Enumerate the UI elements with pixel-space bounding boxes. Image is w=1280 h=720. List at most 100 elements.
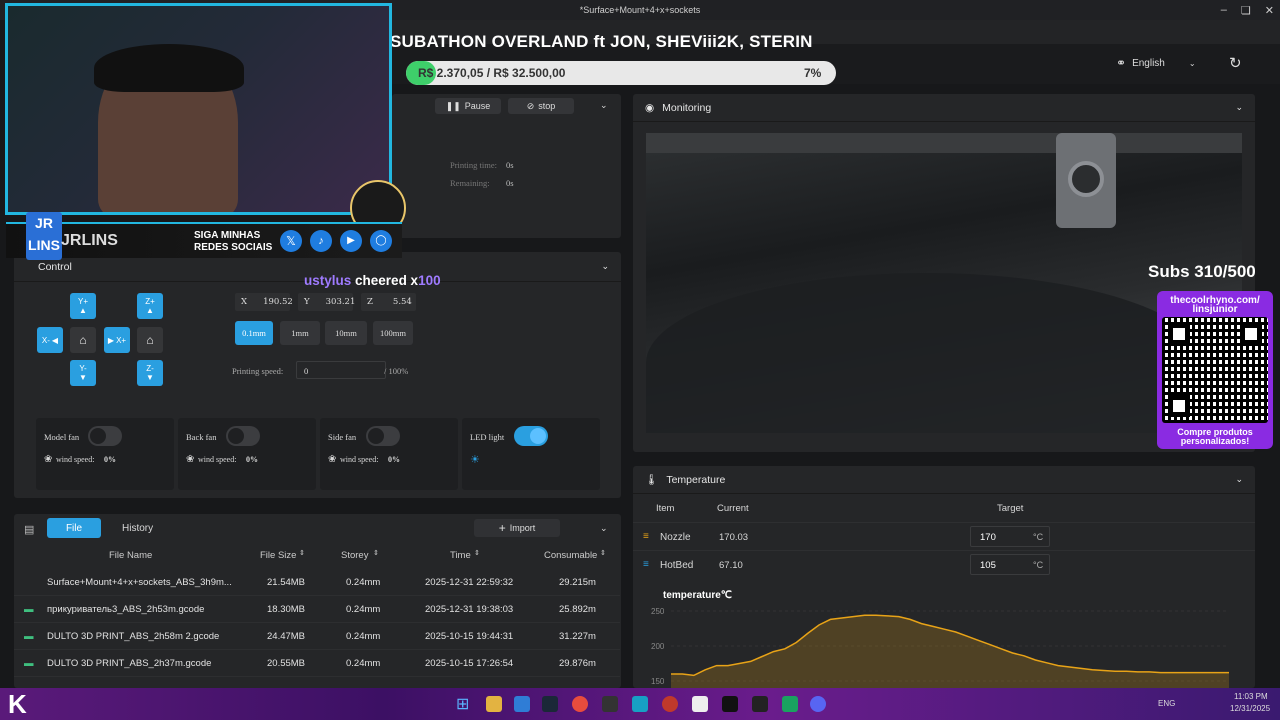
cell-time: 2025-12-31 22:59:32	[425, 577, 514, 588]
y-plus-label: Y+	[77, 297, 88, 306]
cell-size: 21.54MB	[267, 577, 306, 588]
led-light-toggle[interactable]	[514, 426, 548, 446]
app-icon[interactable]	[782, 696, 798, 712]
wind-speed-label: wind speed:	[198, 455, 237, 464]
hotbed-label: HotBed	[660, 560, 694, 571]
import-button[interactable]: + Import	[474, 519, 560, 537]
monitoring-header: ◉ Monitoring ⌄	[633, 94, 1255, 122]
import-label: Import	[509, 523, 536, 533]
sort-icon[interactable]: ⇕	[600, 549, 606, 557]
sort-icon[interactable]: ⇕	[299, 549, 305, 557]
jog-y-plus-button[interactable]: Y+ ▲	[70, 293, 96, 319]
step-1mm-button[interactable]: 1mm	[280, 321, 320, 345]
stop-button[interactable]: ⊘ stop	[508, 98, 574, 114]
app-icon[interactable]	[632, 696, 648, 712]
model-fan-toggle[interactable]	[88, 426, 122, 446]
wind-speed-label: wind speed:	[340, 455, 379, 464]
print-head-fan	[1068, 161, 1104, 197]
cell-storey: 0.24mm	[346, 658, 381, 669]
social-label-2: REDES SOCIAIS	[194, 242, 273, 253]
col-time[interactable]: Time	[450, 550, 471, 561]
clock-date[interactable]: 12/31/2025	[1230, 704, 1270, 713]
jog-y-minus-button[interactable]: Y- ▼	[70, 360, 96, 386]
cell-name: Surface+Mount+4+x+sockets_ABS_3h9m...	[47, 577, 232, 588]
col-storey[interactable]: Storey	[341, 550, 368, 561]
arrow-down-icon: ▼	[79, 373, 87, 382]
home-icon: ⌂	[146, 333, 154, 347]
app-icon[interactable]	[514, 696, 530, 712]
chrome-icon[interactable]	[572, 696, 588, 712]
maximize-icon[interactable]: ❏	[1241, 4, 1251, 17]
col-file-name[interactable]: File Name	[109, 550, 152, 561]
cheer-alert: ustylus cheered x100	[304, 273, 441, 288]
jog-x-plus-button[interactable]: ▶ X+	[104, 327, 130, 353]
language-indicator[interactable]: ENG	[1158, 699, 1175, 708]
jog-z-minus-button[interactable]: Z- ▼	[137, 360, 163, 386]
cell-name: DULTO 3D PRINT_ABS_2h37m.gcode	[47, 658, 212, 669]
chevron-down-icon[interactable]: ⌄	[1235, 474, 1243, 485]
steam-icon[interactable]	[542, 696, 558, 712]
step-0.1mm-button[interactable]: 0.1mm	[235, 321, 273, 345]
z-coord-label: Z	[367, 297, 373, 307]
col-file-size[interactable]: File Size	[260, 550, 296, 561]
back-fan-toggle[interactable]	[226, 426, 260, 446]
table-row[interactable]: Surface+Mount+4+x+sockets_ABS_3h9m... 21.…	[14, 569, 620, 596]
pause-label: Pause	[464, 101, 491, 111]
chevron-down-icon[interactable]: ⌄	[600, 523, 608, 534]
jog-z-plus-button[interactable]: Z+ ▲	[137, 293, 163, 319]
monitoring-title: Monitoring	[662, 101, 712, 114]
chevron-down-icon[interactable]: ⌄	[1235, 102, 1243, 113]
clock-time[interactable]: 11:03 PM	[1234, 692, 1268, 701]
home-z-button[interactable]: ⌂	[137, 327, 163, 353]
side-fan-card: Side fan ❀ wind speed: 0%	[320, 418, 458, 490]
goal-bar: R$ 2.370,05 / R$ 32.500,00 7%	[406, 61, 836, 85]
hotbed-target-input[interactable]: 105 °C	[970, 554, 1050, 575]
z-coord-value: 5.54	[392, 297, 412, 307]
home-xy-button[interactable]: ⌂	[70, 327, 96, 353]
z-coord: Z 5.54	[361, 293, 416, 311]
nozzle-target-input[interactable]: 170 °C	[970, 526, 1050, 547]
jog-x-minus-button[interactable]: X- ◀	[37, 327, 63, 353]
cheer-amount: 100	[418, 273, 441, 288]
app-icon[interactable]	[662, 696, 678, 712]
step-100mm-button[interactable]: 100mm	[373, 321, 413, 345]
speed-input[interactable]: 0	[296, 361, 386, 379]
fan-name: Model fan	[44, 432, 80, 442]
sort-icon[interactable]: ⇕	[373, 549, 379, 557]
fan-name: Back fan	[186, 432, 217, 442]
app-icon[interactable]	[692, 696, 708, 712]
control-title: Control	[38, 260, 72, 273]
y-tick-label: 250	[651, 607, 665, 616]
table-row[interactable]: ▬ прикуриватель3_ABS_2h53m.gcode 18.30MB 0.…	[14, 596, 620, 623]
thermometer-icon: ≡	[643, 559, 649, 570]
speed-suffix: / 100%	[384, 366, 409, 376]
terminal-icon[interactable]	[752, 696, 768, 712]
file-explorer-icon[interactable]	[486, 696, 502, 712]
chevron-down-icon[interactable]: ⌄	[600, 100, 608, 111]
wind-speed-value: 0%	[246, 455, 258, 464]
temperature-title: Temperature	[666, 473, 726, 486]
step-10mm-button[interactable]: 10mm	[325, 321, 367, 345]
cap-shape	[94, 44, 244, 92]
file-icon: ▤	[24, 524, 35, 536]
discord-icon[interactable]	[810, 696, 826, 712]
refresh-icon[interactable]: ↻	[1229, 54, 1242, 72]
language-selector[interactable]: ⚭ English ⌄	[1116, 56, 1196, 70]
chevron-down-icon[interactable]: ⌄	[601, 261, 609, 272]
table-row[interactable]: ▬ DULTO 3D PRINT_ABS_2h58m 2.gcode 24.47MB…	[14, 623, 620, 650]
tab-history[interactable]: History	[122, 523, 153, 534]
app-icon[interactable]	[722, 696, 738, 712]
col-consumable[interactable]: Consumable	[544, 550, 597, 561]
obs-icon[interactable]	[602, 696, 618, 712]
hotbed-target: 105	[980, 560, 996, 571]
arrow-up-icon: ▲	[79, 306, 87, 315]
table-row[interactable]: ▬ DULTO 3D PRINT_ABS_2h37m.gcode 20.55MB 0.…	[14, 650, 620, 677]
windows-start-icon[interactable]: ⊞	[456, 694, 469, 714]
pause-button[interactable]: ❚❚ Pause	[435, 98, 501, 114]
sort-icon[interactable]: ⇕	[474, 549, 480, 557]
side-fan-toggle[interactable]	[366, 426, 400, 446]
tab-file[interactable]: File	[47, 518, 101, 538]
fan-icon: ❀	[186, 454, 195, 465]
close-icon[interactable]: ✕	[1265, 4, 1274, 17]
minimize-icon[interactable]: –	[1221, 4, 1227, 16]
